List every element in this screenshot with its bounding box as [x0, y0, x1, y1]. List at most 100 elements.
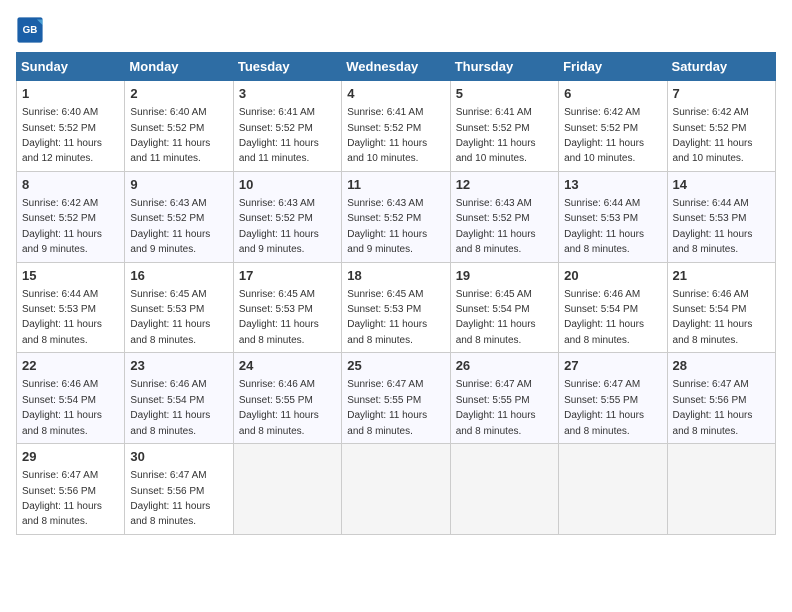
page-container: GB SundayMondayTuesdayWednesdayThursdayF…	[16, 16, 776, 535]
day-detail: Sunrise: 6:47 AMSunset: 5:56 PMDaylight:…	[22, 470, 102, 527]
day-cell-22: 22 Sunrise: 6:46 AMSunset: 5:54 PMDaylig…	[17, 353, 125, 444]
empty-cell	[450, 444, 558, 535]
logo: GB	[16, 16, 48, 44]
day-detail: Sunrise: 6:40 AMSunset: 5:52 PMDaylight:…	[22, 107, 102, 164]
svg-text:GB: GB	[23, 25, 38, 36]
day-number: 27	[564, 357, 661, 375]
day-number: 13	[564, 176, 661, 194]
day-number: 29	[22, 448, 119, 466]
day-cell-30: 30 Sunrise: 6:47 AMSunset: 5:56 PMDaylig…	[125, 444, 233, 535]
col-header-wednesday: Wednesday	[342, 53, 450, 81]
day-cell-28: 28 Sunrise: 6:47 AMSunset: 5:56 PMDaylig…	[667, 353, 775, 444]
day-detail: Sunrise: 6:44 AMSunset: 5:53 PMDaylight:…	[564, 198, 644, 255]
day-cell-18: 18 Sunrise: 6:45 AMSunset: 5:53 PMDaylig…	[342, 262, 450, 353]
day-detail: Sunrise: 6:43 AMSunset: 5:52 PMDaylight:…	[239, 198, 319, 255]
day-number: 5	[456, 85, 553, 103]
day-number: 14	[673, 176, 770, 194]
day-number: 7	[673, 85, 770, 103]
day-cell-15: 15 Sunrise: 6:44 AMSunset: 5:53 PMDaylig…	[17, 262, 125, 353]
day-cell-19: 19 Sunrise: 6:45 AMSunset: 5:54 PMDaylig…	[450, 262, 558, 353]
day-cell-5: 5 Sunrise: 6:41 AMSunset: 5:52 PMDayligh…	[450, 81, 558, 172]
day-cell-25: 25 Sunrise: 6:47 AMSunset: 5:55 PMDaylig…	[342, 353, 450, 444]
day-number: 25	[347, 357, 444, 375]
day-number: 19	[456, 267, 553, 285]
day-detail: Sunrise: 6:45 AMSunset: 5:53 PMDaylight:…	[347, 289, 427, 346]
day-detail: Sunrise: 6:46 AMSunset: 5:54 PMDaylight:…	[673, 289, 753, 346]
week-row-1: 1 Sunrise: 6:40 AMSunset: 5:52 PMDayligh…	[17, 81, 776, 172]
day-number: 16	[130, 267, 227, 285]
day-detail: Sunrise: 6:40 AMSunset: 5:52 PMDaylight:…	[130, 107, 210, 164]
day-cell-6: 6 Sunrise: 6:42 AMSunset: 5:52 PMDayligh…	[559, 81, 667, 172]
day-number: 26	[456, 357, 553, 375]
col-header-friday: Friday	[559, 53, 667, 81]
day-number: 18	[347, 267, 444, 285]
logo-icon: GB	[16, 16, 44, 44]
day-detail: Sunrise: 6:43 AMSunset: 5:52 PMDaylight:…	[456, 198, 536, 255]
day-number: 3	[239, 85, 336, 103]
day-detail: Sunrise: 6:43 AMSunset: 5:52 PMDaylight:…	[130, 198, 210, 255]
day-number: 4	[347, 85, 444, 103]
day-detail: Sunrise: 6:45 AMSunset: 5:54 PMDaylight:…	[456, 289, 536, 346]
header: GB	[16, 16, 776, 44]
day-detail: Sunrise: 6:44 AMSunset: 5:53 PMDaylight:…	[673, 198, 753, 255]
day-number: 28	[673, 357, 770, 375]
col-header-saturday: Saturday	[667, 53, 775, 81]
day-number: 10	[239, 176, 336, 194]
day-number: 23	[130, 357, 227, 375]
day-detail: Sunrise: 6:46 AMSunset: 5:54 PMDaylight:…	[22, 379, 102, 436]
day-number: 9	[130, 176, 227, 194]
day-cell-23: 23 Sunrise: 6:46 AMSunset: 5:54 PMDaylig…	[125, 353, 233, 444]
calendar-table: SundayMondayTuesdayWednesdayThursdayFrid…	[16, 52, 776, 535]
day-detail: Sunrise: 6:42 AMSunset: 5:52 PMDaylight:…	[564, 107, 644, 164]
day-cell-27: 27 Sunrise: 6:47 AMSunset: 5:55 PMDaylig…	[559, 353, 667, 444]
day-cell-7: 7 Sunrise: 6:42 AMSunset: 5:52 PMDayligh…	[667, 81, 775, 172]
calendar-header-row: SundayMondayTuesdayWednesdayThursdayFrid…	[17, 53, 776, 81]
day-cell-8: 8 Sunrise: 6:42 AMSunset: 5:52 PMDayligh…	[17, 171, 125, 262]
day-cell-12: 12 Sunrise: 6:43 AMSunset: 5:52 PMDaylig…	[450, 171, 558, 262]
col-header-thursday: Thursday	[450, 53, 558, 81]
week-row-3: 15 Sunrise: 6:44 AMSunset: 5:53 PMDaylig…	[17, 262, 776, 353]
day-cell-9: 9 Sunrise: 6:43 AMSunset: 5:52 PMDayligh…	[125, 171, 233, 262]
day-detail: Sunrise: 6:45 AMSunset: 5:53 PMDaylight:…	[239, 289, 319, 346]
day-cell-10: 10 Sunrise: 6:43 AMSunset: 5:52 PMDaylig…	[233, 171, 341, 262]
day-detail: Sunrise: 6:43 AMSunset: 5:52 PMDaylight:…	[347, 198, 427, 255]
day-detail: Sunrise: 6:44 AMSunset: 5:53 PMDaylight:…	[22, 289, 102, 346]
day-cell-1: 1 Sunrise: 6:40 AMSunset: 5:52 PMDayligh…	[17, 81, 125, 172]
day-cell-2: 2 Sunrise: 6:40 AMSunset: 5:52 PMDayligh…	[125, 81, 233, 172]
day-detail: Sunrise: 6:47 AMSunset: 5:56 PMDaylight:…	[130, 470, 210, 527]
day-number: 22	[22, 357, 119, 375]
day-cell-3: 3 Sunrise: 6:41 AMSunset: 5:52 PMDayligh…	[233, 81, 341, 172]
day-detail: Sunrise: 6:46 AMSunset: 5:54 PMDaylight:…	[130, 379, 210, 436]
day-cell-29: 29 Sunrise: 6:47 AMSunset: 5:56 PMDaylig…	[17, 444, 125, 535]
day-cell-24: 24 Sunrise: 6:46 AMSunset: 5:55 PMDaylig…	[233, 353, 341, 444]
day-detail: Sunrise: 6:46 AMSunset: 5:55 PMDaylight:…	[239, 379, 319, 436]
day-detail: Sunrise: 6:47 AMSunset: 5:56 PMDaylight:…	[673, 379, 753, 436]
day-cell-17: 17 Sunrise: 6:45 AMSunset: 5:53 PMDaylig…	[233, 262, 341, 353]
day-number: 20	[564, 267, 661, 285]
col-header-sunday: Sunday	[17, 53, 125, 81]
day-number: 21	[673, 267, 770, 285]
week-row-4: 22 Sunrise: 6:46 AMSunset: 5:54 PMDaylig…	[17, 353, 776, 444]
day-number: 24	[239, 357, 336, 375]
day-cell-16: 16 Sunrise: 6:45 AMSunset: 5:53 PMDaylig…	[125, 262, 233, 353]
day-cell-21: 21 Sunrise: 6:46 AMSunset: 5:54 PMDaylig…	[667, 262, 775, 353]
day-cell-11: 11 Sunrise: 6:43 AMSunset: 5:52 PMDaylig…	[342, 171, 450, 262]
day-number: 15	[22, 267, 119, 285]
week-row-5: 29 Sunrise: 6:47 AMSunset: 5:56 PMDaylig…	[17, 444, 776, 535]
empty-cell	[559, 444, 667, 535]
col-header-tuesday: Tuesday	[233, 53, 341, 81]
day-detail: Sunrise: 6:42 AMSunset: 5:52 PMDaylight:…	[673, 107, 753, 164]
day-cell-14: 14 Sunrise: 6:44 AMSunset: 5:53 PMDaylig…	[667, 171, 775, 262]
col-header-monday: Monday	[125, 53, 233, 81]
day-detail: Sunrise: 6:46 AMSunset: 5:54 PMDaylight:…	[564, 289, 644, 346]
day-number: 6	[564, 85, 661, 103]
day-number: 17	[239, 267, 336, 285]
day-detail: Sunrise: 6:42 AMSunset: 5:52 PMDaylight:…	[22, 198, 102, 255]
empty-cell	[667, 444, 775, 535]
day-cell-26: 26 Sunrise: 6:47 AMSunset: 5:55 PMDaylig…	[450, 353, 558, 444]
day-number: 12	[456, 176, 553, 194]
day-detail: Sunrise: 6:47 AMSunset: 5:55 PMDaylight:…	[564, 379, 644, 436]
day-number: 11	[347, 176, 444, 194]
day-cell-13: 13 Sunrise: 6:44 AMSunset: 5:53 PMDaylig…	[559, 171, 667, 262]
day-detail: Sunrise: 6:41 AMSunset: 5:52 PMDaylight:…	[347, 107, 427, 164]
